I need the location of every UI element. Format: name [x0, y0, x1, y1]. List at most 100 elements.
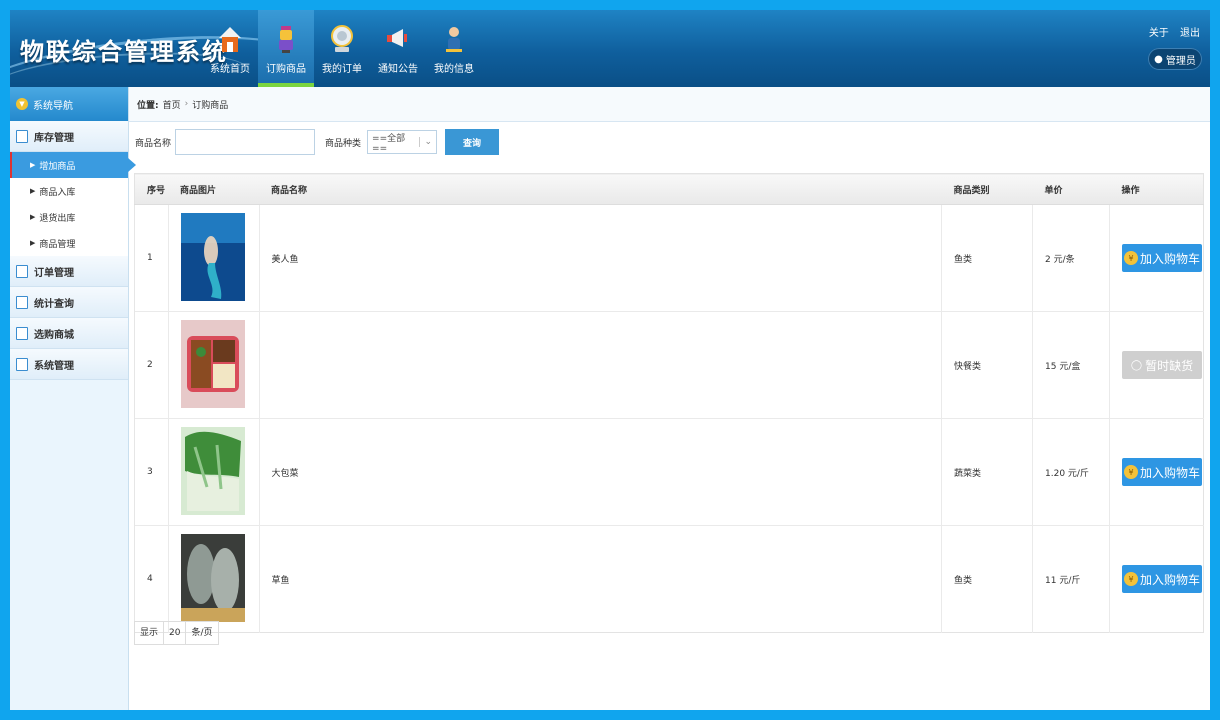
sidebar-item-label: 商品管理 — [39, 239, 76, 250]
sidebar-group-label: 选购商城 — [34, 329, 74, 341]
coin-icon: ¥ — [1123, 251, 1138, 265]
button-label: 加入购物车 — [1139, 465, 1200, 480]
list-icon — [16, 129, 28, 143]
nav-label: 订购商品 — [266, 64, 306, 75]
app-logo-title: 物联综合管理系统 — [20, 38, 228, 66]
row-image-cell — [167, 311, 259, 419]
sidebar-group-mall[interactable]: 选购商城 — [10, 318, 128, 349]
user-badge[interactable]: ● 管理员 — [1148, 48, 1202, 70]
goods-category-select[interactable]: ==全部== ⌄ — [367, 130, 438, 154]
app-frame: 物联综合管理系统 系统首页 订购商品 我的订单 通知公告 我的信息 关于 退出 … — [10, 10, 1210, 710]
sidebar-header-label: 系统导航 — [33, 100, 73, 112]
sidebar-group-label: 系统管理 — [34, 360, 74, 372]
top-header: 物联综合管理系统 系统首页 订购商品 我的订单 通知公告 我的信息 关于 退出 … — [10, 10, 1210, 87]
nav-item-my-info[interactable]: 我的信息 — [426, 10, 482, 87]
user-label: 管理员 — [1165, 55, 1196, 67]
row-action-cell: ◯ 暂时缺货 — [1109, 311, 1204, 419]
coin-icon: ¥ — [1123, 465, 1138, 479]
add-to-cart-button[interactable]: ¥ 加入购物车 — [1122, 244, 1202, 272]
col-header-image: 商品图片 — [168, 173, 259, 205]
sidebar-group-system[interactable]: 系统管理 — [10, 349, 128, 380]
sidebar-item-return-out[interactable]: ▶ 退货出库 — [10, 204, 128, 230]
nav-item-home[interactable]: 系统首页 — [202, 10, 258, 87]
sidebar-group-inventory[interactable]: 库存管理 — [10, 121, 128, 152]
mermaid-image — [180, 212, 245, 301]
row-name: 美人鱼 — [258, 204, 942, 312]
page-size-value[interactable]: 20 — [163, 622, 187, 644]
sidebar-item-goods-manage[interactable]: ▶ 商品管理 — [10, 230, 128, 256]
table-header-row: 序号 商品图片 商品名称 商品类别 单价 操作 — [134, 173, 1204, 205]
add-to-cart-button[interactable]: ¥ 加入购物车 — [1122, 458, 1202, 486]
nav-item-order-goods[interactable]: 订购商品 — [258, 10, 314, 87]
megaphone-icon — [387, 29, 407, 47]
col-header-name: 商品名称 — [259, 173, 942, 205]
row-price: 1.20 元/斤 — [1032, 418, 1110, 526]
out-of-stock-button: ◯ 暂时缺货 — [1122, 351, 1202, 379]
person-icon — [446, 27, 462, 52]
chevron-right-icon: › — [184, 99, 189, 109]
sidebar-group-label: 库存管理 — [34, 132, 74, 144]
row-action-cell: ¥ 加入购物车 — [1109, 204, 1204, 312]
row-image-cell — [167, 525, 259, 633]
nav-item-notices[interactable]: 通知公告 — [370, 10, 426, 87]
sidebar-item-label: 商品入库 — [39, 187, 76, 198]
fish-image — [180, 533, 245, 622]
row-name: 草鱼 — [258, 525, 942, 633]
cabbage-image — [180, 426, 245, 515]
nav-label: 我的订单 — [322, 64, 362, 75]
edit-icon — [16, 264, 28, 278]
nav-item-my-orders[interactable]: 我的订单 — [314, 10, 370, 87]
row-action-cell: ¥ 加入购物车 — [1109, 418, 1204, 526]
main-content: 位置: 首页 › 订购商品 商品名称 商品种类 ==全部== ⌄ 查询 序号 商… — [129, 87, 1210, 710]
col-header-action: 操作 — [1109, 173, 1204, 205]
add-to-cart-button[interactable]: ¥ 加入购物车 — [1122, 565, 1202, 593]
sidebar-item-goods-in[interactable]: ▶ 商品入库 — [10, 178, 128, 204]
button-label: 暂时缺货 — [1145, 358, 1194, 373]
nav-dot-icon: ▼ — [16, 98, 28, 110]
user-icon: ● — [1154, 53, 1163, 65]
sidebar-group-stats[interactable]: 统计查询 — [10, 287, 128, 318]
row-category: 鱼类 — [941, 204, 1033, 312]
breadcrumb-home[interactable]: 首页 — [163, 98, 181, 111]
top-nav: 系统首页 订购商品 我的订单 通知公告 我的信息 — [202, 10, 482, 87]
category-selected-value: ==全部== — [372, 133, 406, 154]
sidebar-group-orders[interactable]: 订单管理 — [10, 256, 128, 287]
query-button[interactable]: 查询 — [445, 129, 500, 155]
search-bar: 商品名称 商品种类 ==全部== ⌄ 查询 — [135, 129, 500, 155]
chat-icon — [16, 295, 28, 309]
nav-label: 通知公告 — [378, 64, 418, 75]
nav-label: 系统首页 — [210, 64, 250, 75]
button-label: 加入购物车 — [1139, 572, 1200, 587]
row-price: 2 元/条 — [1032, 204, 1110, 312]
breadcrumb-current: 订购商品 — [192, 100, 229, 111]
table-row: 3 大包菜 蔬菜类 1.20 元/斤 ¥ 加入购物车 — [134, 418, 1204, 526]
row-name: 大包菜 — [258, 418, 942, 526]
house-icon — [219, 27, 241, 52]
col-header-category: 商品类别 — [941, 173, 1033, 205]
button-label: 加入购物车 — [1139, 251, 1200, 266]
pager-unit-label: 条/页 — [191, 628, 213, 638]
goods-name-label: 商品名称 — [135, 138, 172, 149]
sidebar-item-label: 退货出库 — [39, 213, 76, 224]
logout-link[interactable]: 退出 — [1180, 28, 1200, 39]
pagination: 显示 20 条/页 — [134, 621, 219, 645]
about-link[interactable]: 关于 — [1149, 28, 1169, 39]
triangle-right-icon: ▶ — [30, 239, 36, 247]
calendar-icon — [16, 357, 28, 371]
row-price: 15 元/盒 — [1032, 311, 1110, 419]
sidebar-group-label: 统计查询 — [34, 298, 74, 310]
goods-category-label: 商品种类 — [325, 138, 362, 149]
row-category: 鱼类 — [941, 525, 1033, 633]
table-row: 4 草鱼 鱼类 11 元/斤 ¥ 加入购物车 — [134, 525, 1204, 633]
row-category: 快餐类 — [941, 311, 1033, 419]
col-header-price: 单价 — [1032, 173, 1110, 205]
sidebar-item-add-goods[interactable]: ▶ 增加商品 — [10, 152, 136, 178]
row-action-cell: ¥ 加入购物车 — [1109, 525, 1204, 633]
row-image-cell — [167, 204, 259, 312]
row-category: 蔬菜类 — [941, 418, 1033, 526]
sidebar: ▼ 系统导航 库存管理 ▶ 增加商品 ▶ 商品入库 ▶ 退货出库 ▶ 商品管理 … — [10, 87, 136, 710]
pager-show-label: 显示 — [140, 628, 159, 638]
coin-icon: ¥ — [1123, 572, 1138, 586]
goods-name-input[interactable] — [175, 129, 316, 155]
sidebar-group-label: 订单管理 — [34, 267, 74, 279]
